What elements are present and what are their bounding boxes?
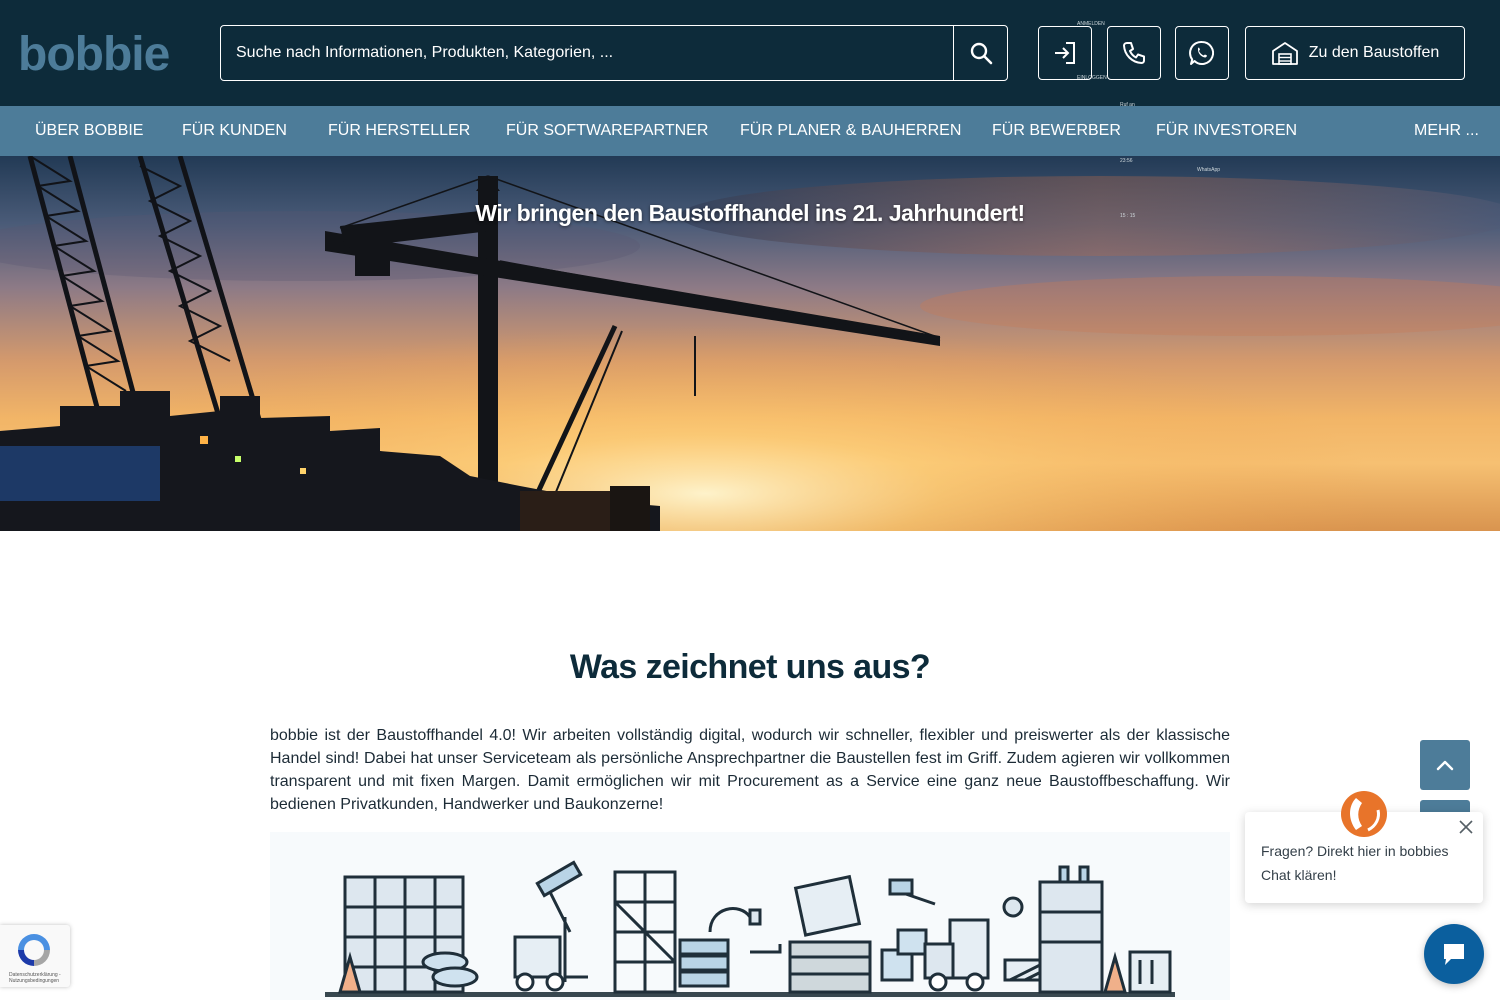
section-title: Was zeichnet uns aus?	[569, 648, 931, 686]
open-chat-button[interactable]	[1424, 924, 1484, 984]
baustoffe-label: Zu den Baustoffen	[1308, 44, 1440, 61]
hero-banner: Wir bringen den Baustoffhandel ins 21. J…	[0, 156, 1500, 531]
baustoffe-button[interactable]: Zu den Baustoffen	[1245, 26, 1465, 80]
nav-item-fuer-hersteller[interactable]: FÜR HERSTELLER	[328, 106, 470, 156]
search-input[interactable]	[221, 26, 953, 80]
search-button[interactable]	[953, 26, 1007, 80]
nav-item-fuer-kunden[interactable]: FÜR KUNDEN	[182, 106, 287, 156]
chat-popup-text: Fragen? Direkt hier in bobbies Chat klär…	[1261, 843, 1449, 883]
whatsapp-icon	[1189, 40, 1214, 65]
construction-illustration	[270, 832, 1230, 1000]
bobbie-logo[interactable]: bobbie	[18, 30, 183, 76]
phone-time-label: 23:56	[1120, 158, 1133, 164]
intro-paragraph: bobbie ist der Baustoffhandel 4.0! Wir a…	[270, 727, 1230, 813]
whatsapp-tooltip: WhatsApp	[1197, 167, 1221, 173]
recaptcha-badge[interactable]: Datenschutzerklärung - Nutzungsbedingung…	[0, 925, 70, 987]
login-button[interactable]	[1038, 26, 1092, 80]
phone-icon	[1123, 42, 1145, 64]
phone-small-label: 15 : 15	[1120, 213, 1136, 219]
nav-item-ueber-bobbie[interactable]: ÜBER BOBBIE	[35, 106, 143, 156]
scroll-to-top-button[interactable]	[1420, 740, 1470, 790]
warehouse-icon	[1271, 42, 1298, 65]
secondary-floating-button[interactable]	[1420, 800, 1470, 812]
chevron-up-icon	[1436, 760, 1454, 771]
svg-text:bobbie: bobbie	[18, 30, 170, 76]
close-icon[interactable]	[1457, 818, 1475, 836]
recaptcha-icon	[18, 934, 50, 966]
nav-item-fuer-investoren[interactable]: FÜR INVESTOREN	[1156, 106, 1297, 156]
search-icon	[970, 42, 992, 65]
site-header: bobbie ANMELDEN EINLOGGEN Ruf an	[0, 0, 1500, 108]
chat-icon	[1444, 944, 1464, 965]
main-navigation: ÜBER BOBBIE FÜR KUNDEN FÜR HERSTELLER FÜ…	[0, 106, 1500, 156]
nav-item-fuer-bewerber[interactable]: FÜR BEWERBER	[992, 106, 1121, 156]
nav-item-mehr[interactable]: MEHR ...	[1414, 106, 1479, 156]
hero-title: Wir bringen den Baustoffhandel ins 21. J…	[475, 200, 1025, 226]
login-icon	[1055, 42, 1075, 64]
nav-item-fuer-planer-bauherren[interactable]: FÜR PLANER & BAUHERREN	[740, 106, 961, 156]
whatsapp-button[interactable]	[1175, 26, 1229, 80]
search-bar	[220, 25, 1008, 81]
nav-item-fuer-softwarepartner[interactable]: FÜR SOFTWAREPARTNER	[506, 106, 708, 156]
phone-button[interactable]	[1107, 26, 1161, 80]
chat-agent-avatar-icon	[1341, 791, 1387, 837]
recaptcha-links[interactable]: Datenschutzerklärung - Nutzungsbedingung…	[9, 972, 67, 984]
